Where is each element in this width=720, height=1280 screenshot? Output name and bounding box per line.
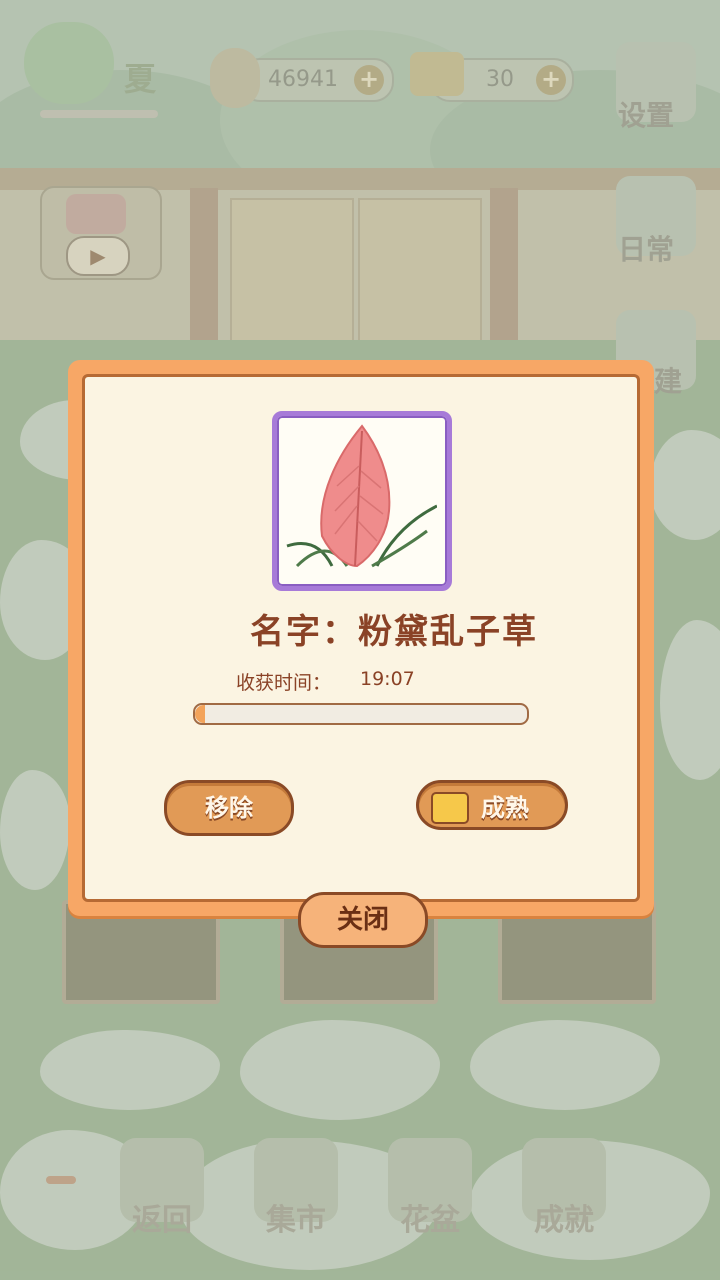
harvest-time-label: 收获时间： <box>236 672 332 694</box>
plant-name: 名字：粉黛乱子草 <box>250 612 538 652</box>
harvest-time-value: 19:07 <box>360 668 415 690</box>
pink-feather-grass-icon <box>286 424 438 568</box>
plant-image-frame <box>272 411 452 591</box>
growth-progress-bar <box>193 703 529 725</box>
cheese-icon <box>431 792 469 824</box>
ripen-button[interactable]: 成熟 <box>416 780 568 830</box>
growth-progress-fill <box>195 705 205 723</box>
remove-button[interactable]: 移除 <box>164 780 294 836</box>
ripen-button-label: 成熟 <box>481 794 529 822</box>
close-button[interactable]: 关闭 <box>298 892 428 948</box>
